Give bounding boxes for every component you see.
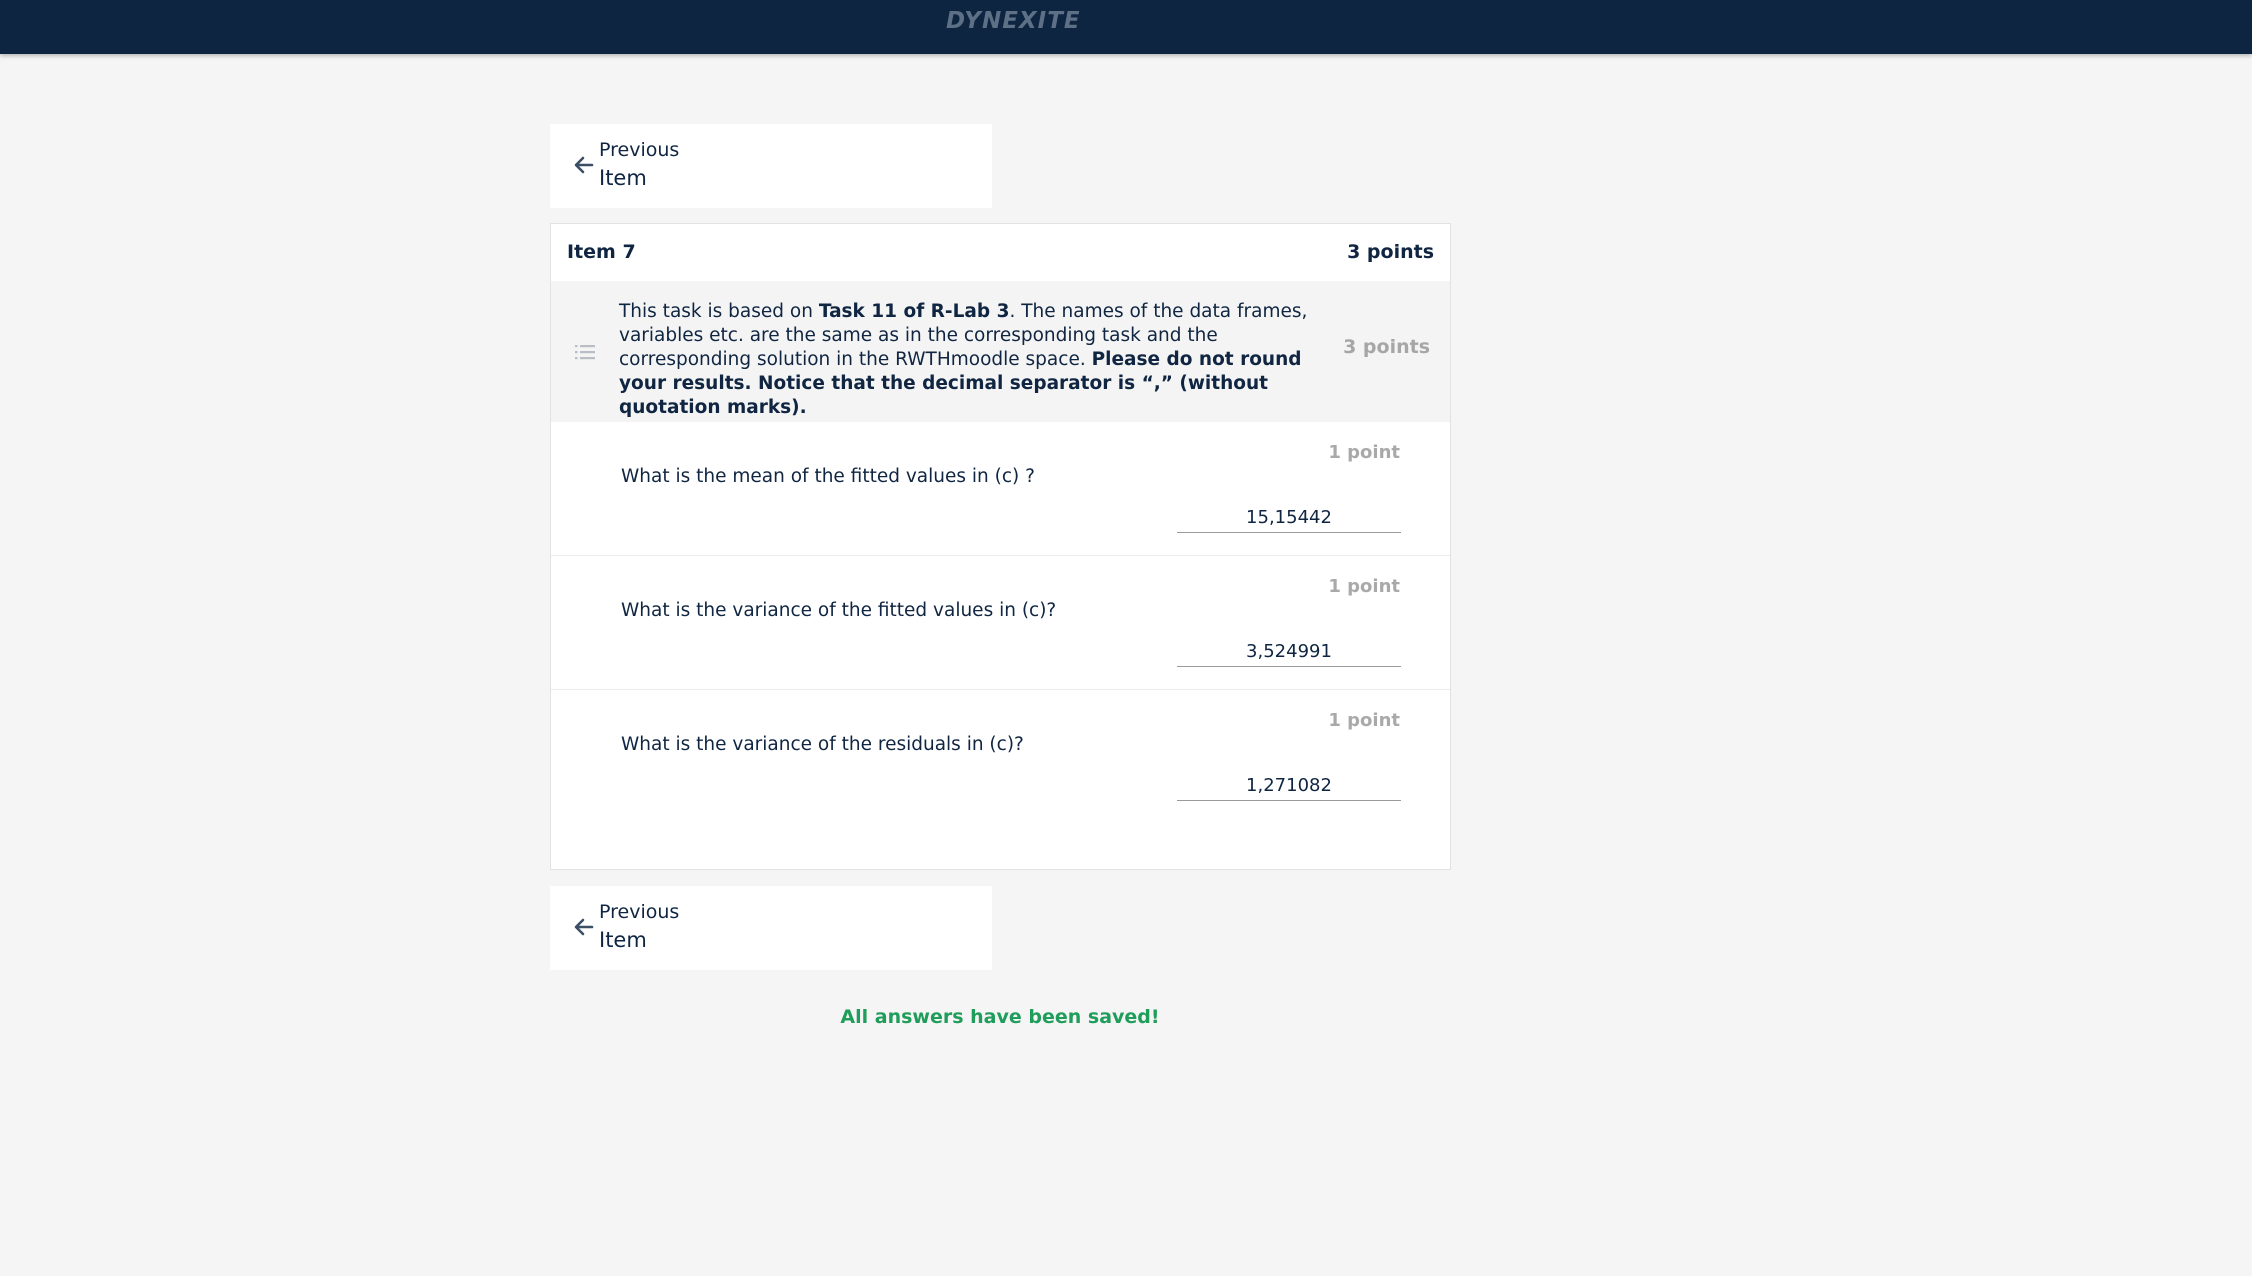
list-icon — [575, 345, 595, 360]
task-description: This task is based on Task 11 of R-Lab 3… — [551, 281, 1450, 422]
previous-label: Previous — [599, 139, 680, 161]
logo: DYNEXITE — [946, 8, 1081, 34]
question-2: 1 point What is the variance of the fitt… — [551, 556, 1450, 690]
previous-label: Previous — [599, 901, 680, 923]
item-header: Item 7 3 points — [551, 224, 1450, 281]
answer-input-3[interactable] — [1177, 770, 1401, 801]
arrow-left-icon — [574, 918, 594, 936]
save-status-message: All answers have been saved! — [840, 1006, 1160, 1028]
top-bar: DYNEXITE — [0, 0, 2252, 54]
question-points: 1 point — [1328, 576, 1400, 597]
task-points: 3 points — [1343, 336, 1430, 358]
previous-item-button[interactable]: Previous Item — [550, 886, 992, 970]
question-points: 1 point — [1328, 710, 1400, 731]
item-card: Item 7 3 points This task is based on Ta… — [550, 223, 1451, 870]
question-points: 1 point — [1328, 442, 1400, 463]
item-label: Item — [599, 166, 647, 190]
answer-input-2[interactable] — [1177, 636, 1401, 667]
arrow-left-icon — [574, 156, 594, 174]
question-3: 1 point What is the variance of the resi… — [551, 690, 1450, 823]
question-text: What is the mean of the fitted values in… — [621, 466, 1035, 487]
task-text: This task is based on Task 11 of R-Lab 3… — [619, 301, 1308, 418]
item-points: 3 points — [1347, 241, 1434, 263]
item-label: Item — [599, 928, 647, 952]
question-text: What is the variance of the residuals in… — [621, 734, 1024, 755]
question-text: What is the variance of the fitted value… — [621, 600, 1057, 621]
question-1: 1 point What is the mean of the fitted v… — [551, 422, 1450, 556]
item-title: Item 7 — [567, 241, 636, 263]
answer-input-1[interactable] — [1177, 502, 1401, 533]
previous-item-button[interactable]: Previous Item — [550, 124, 992, 208]
